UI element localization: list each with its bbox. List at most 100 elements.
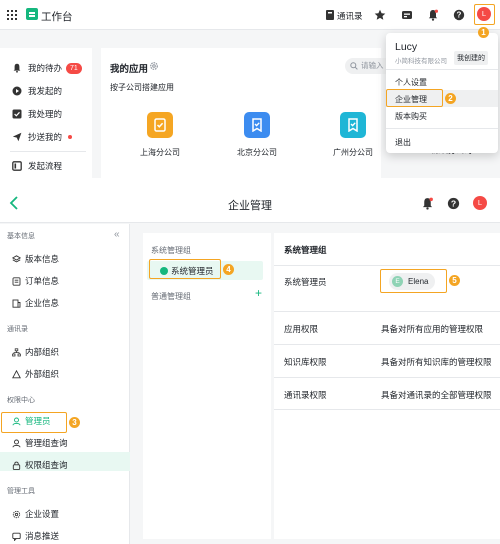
member-chip-elena[interactable]: E Elena <box>389 273 435 290</box>
workspace-logo-icon <box>26 8 38 20</box>
bell-icon[interactable] <box>427 9 439 21</box>
step-3-marker: 3 <box>69 417 80 428</box>
detail-row-app-permission: 应用权限 具备对所有应用的管理权限 <box>274 311 500 344</box>
sidebar-item-initiated[interactable]: 我发起的 <box>12 84 62 98</box>
row-value: 具备对所有知识库的管理权限 <box>381 357 492 367</box>
order-icon <box>12 276 21 286</box>
play-circle-icon <box>12 86 22 96</box>
contacts-link[interactable]: 通讯录 <box>337 10 363 22</box>
user-name: Lucy <box>395 41 418 53</box>
sidebar-item-label: 订单信息 <box>25 276 60 286</box>
sidebar-item-label: 我的待办 <box>28 63 63 73</box>
check-square-icon <box>12 109 22 119</box>
settings-gear-icon[interactable] <box>149 61 159 71</box>
external-org-icon <box>12 369 21 378</box>
sidebar-item-label: 管理组查询 <box>25 438 68 448</box>
sidebar-item-label: 发起流程 <box>28 161 63 171</box>
sidebar-item-label: 内部组织 <box>25 347 60 357</box>
contacts-icon[interactable] <box>324 9 336 21</box>
bell-icon <box>13 63 21 73</box>
section-heading-basic-info: 基本信息 <box>7 233 35 240</box>
row-label: 知识库权限 <box>284 357 327 367</box>
section-heading-contacts: 通讯录 <box>7 326 28 333</box>
app-name: 广州分公司 <box>333 148 373 157</box>
app-name: 工作台 <box>41 11 73 23</box>
row-label: 通讯录权限 <box>284 390 327 400</box>
detail-row-contacts-permission: 通讯录权限 具备对通讯录的全部管理权限 <box>274 377 500 410</box>
sidebar-item-permission-group-query[interactable]: 权限组查询 <box>12 457 68 473</box>
app-grid-icon[interactable] <box>7 10 17 20</box>
star-icon[interactable] <box>374 9 386 21</box>
help-icon[interactable]: ? <box>447 197 460 210</box>
sidebar-item-external-org[interactable]: 外部组织 <box>12 366 59 382</box>
sidebar-item-enterprise-info[interactable]: 企业信息 <box>12 295 59 311</box>
svg-text:?: ? <box>451 198 456 208</box>
dropdown-divider <box>386 69 498 70</box>
collapse-sidebar-icon[interactable]: « <box>114 229 120 240</box>
menu-item-version-purchase[interactable]: 版本购买 <box>395 111 427 122</box>
org-tree-icon <box>12 347 21 356</box>
my-apps-title: 我的应用 <box>110 64 149 75</box>
search-icon <box>350 62 358 70</box>
workspace-sidebar: 我的待办 71 我发起的 我处理的 抄送我的 发起流程 <box>0 48 92 178</box>
app-guangzhou[interactable]: 广州分公司 <box>323 112 383 158</box>
message-icon <box>12 532 21 541</box>
normal-group-heading: 普通管理组 <box>151 292 191 301</box>
todo-count-badge: 71 <box>66 62 82 74</box>
enterprise-management-highlight <box>386 89 443 107</box>
menu-item-personal-settings[interactable]: 个人设置 <box>395 77 427 88</box>
add-group-button[interactable]: + <box>255 287 262 299</box>
help-icon[interactable]: ? <box>453 9 465 21</box>
detail-row-kb-permission: 知识库权限 具备对所有知识库的管理权限 <box>274 344 500 377</box>
beijing-app-icon <box>244 112 270 138</box>
app-beijing[interactable]: 北京分公司 <box>227 112 287 158</box>
gear-icon <box>12 510 21 518</box>
apps-group-subtitle: 按子公司搭建应用 <box>110 83 174 92</box>
created-by-me-tag: 我创建的 <box>454 51 488 65</box>
sidebar-item-label: 抄送我的 <box>28 132 63 142</box>
send-icon <box>12 132 22 142</box>
row-label: 应用权限 <box>284 324 319 334</box>
app-name: 上海分公司 <box>140 148 180 157</box>
step-1-marker: 1 <box>478 27 489 38</box>
sidebar-item-version-info[interactable]: 版本信息 <box>12 251 59 267</box>
lock-icon <box>12 461 21 470</box>
sidebar-item-admin-group-query[interactable]: 管理组查询 <box>12 435 68 451</box>
card-icon[interactable] <box>401 9 413 21</box>
company-name: 小简科技有限公司 <box>395 58 447 65</box>
sidebar-item-todo[interactable]: 我的待办 71 <box>12 61 82 75</box>
app-name: 北京分公司 <box>237 148 277 157</box>
sidebar-item-enterprise-settings[interactable]: 企业设置 <box>12 506 59 522</box>
management-sidebar: « 基本信息 版本信息 订单信息 企业信息 通讯录 内部组织 外部组织 权限中心… <box>0 224 130 544</box>
step-4-marker: 4 <box>223 264 234 275</box>
bell-icon[interactable] <box>421 197 434 210</box>
user-avatar[interactable]: L <box>473 196 487 210</box>
guangzhou-app-icon <box>340 112 366 138</box>
admins-highlight <box>1 412 67 433</box>
shanghai-app-icon <box>147 112 173 138</box>
section-heading-permission-center: 权限中心 <box>7 397 35 404</box>
sidebar-item-handled[interactable]: 我处理的 <box>12 107 62 121</box>
app-shanghai[interactable]: 上海分公司 <box>130 112 190 158</box>
row-value: 具备对通讯录的全部管理权限 <box>381 390 492 400</box>
sidebar-item-message-push[interactable]: 消息推送 <box>12 528 59 544</box>
enterprise-management-screenshot: 企业管理 ? L « 基本信息 版本信息 订单信息 企业信息 通讯录 内部组织 … <box>0 185 500 544</box>
workspace-screenshot: 工作台 通讯录 ? L 我的待办 71 我发起的 我处理的 抄送我的 发起流程 … <box>0 0 500 178</box>
sidebar-item-label: 外部组织 <box>25 369 60 379</box>
sidebar-item-order-info[interactable]: 订单信息 <box>12 273 59 289</box>
sidebar-item-internal-org[interactable]: 内部组织 <box>12 344 59 360</box>
member-name: Elena <box>408 277 429 286</box>
sidebar-item-label: 我处理的 <box>28 109 63 119</box>
row-value: 具备对所有应用的管理权限 <box>381 324 484 334</box>
sidebar-item-cc[interactable]: 抄送我的 <box>12 130 73 144</box>
system-admin-group-highlight <box>149 259 221 279</box>
sidebar-item-start-process[interactable]: 发起流程 <box>12 159 62 173</box>
admin-group-icon <box>12 439 21 447</box>
my-apps-card: 我的应用 按子公司搭建应用 上海分公司 北京分公司 广州分公司 <box>101 48 381 178</box>
sidebar-item-label: 企业信息 <box>25 298 60 308</box>
unread-dot <box>68 135 73 139</box>
sidebar-item-label: 版本信息 <box>25 254 60 264</box>
building-icon <box>12 299 21 308</box>
menu-item-logout[interactable]: 退出 <box>395 137 411 148</box>
user-avatar[interactable]: L <box>477 7 491 21</box>
